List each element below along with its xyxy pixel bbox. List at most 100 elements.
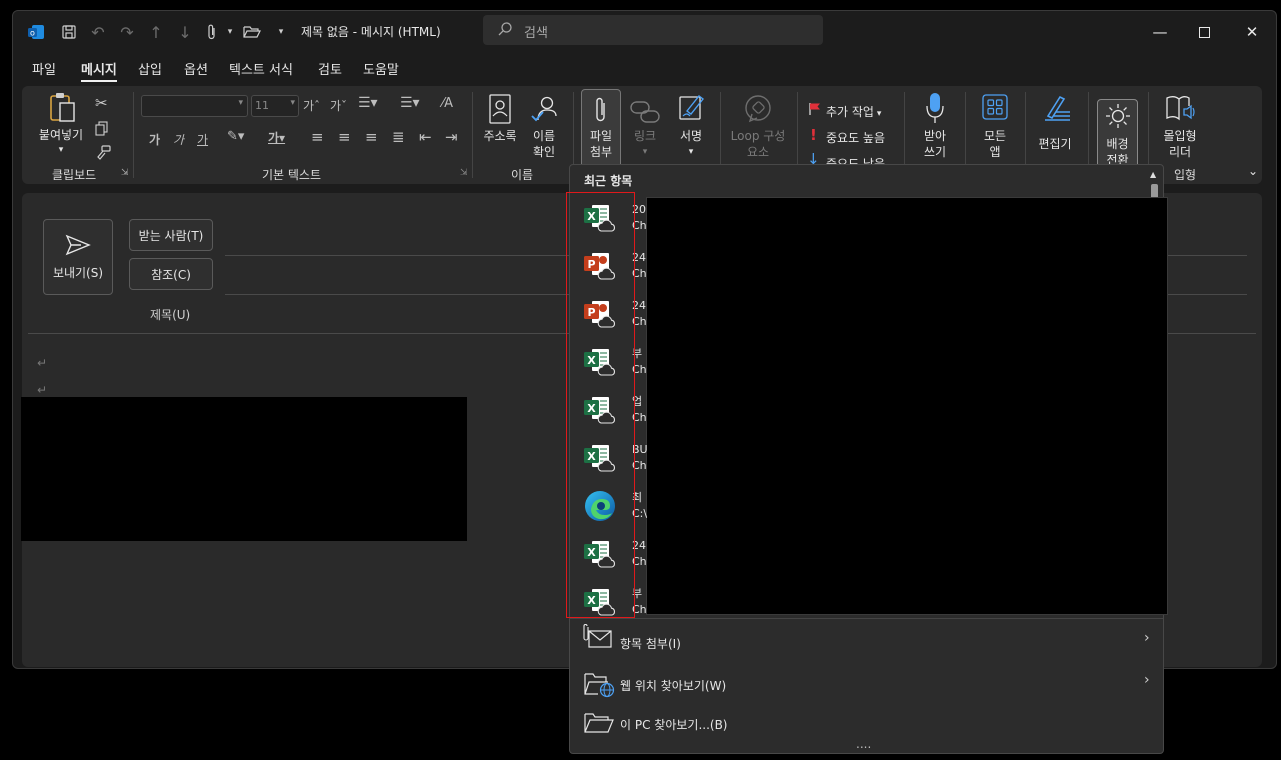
attach-item-menu-item[interactable]: 항목 첨부(I)	[620, 635, 681, 652]
cc-button[interactable]: 참조(C)	[129, 258, 213, 290]
check-names-icon[interactable]	[529, 94, 561, 127]
decrease-indent-icon[interactable]: ⇤	[419, 128, 432, 146]
save-icon[interactable]	[58, 21, 80, 43]
next-item-icon[interactable]: ↓	[174, 21, 196, 43]
all-apps-line1: 모든	[983, 129, 1007, 143]
clipboard-launcher-icon[interactable]: ⇲	[121, 168, 129, 178]
bullets-icon[interactable]: ☰▾	[358, 95, 378, 111]
highlight-box	[566, 192, 635, 618]
window-title: 제목 없음 - 메시지 (HTML)	[301, 25, 441, 39]
tab-review[interactable]: 검토	[318, 59, 342, 78]
paste-icon[interactable]	[47, 92, 77, 127]
highlight-icon[interactable]: ✎▾	[227, 129, 244, 144]
italic-icon[interactable]: 가	[173, 131, 184, 148]
link-button[interactable]: 링크 ▾	[627, 128, 663, 160]
scroll-up-icon[interactable]: ▲	[1150, 170, 1156, 179]
outlook-logo-icon: o	[25, 21, 47, 43]
editor-icon[interactable]	[1042, 94, 1072, 125]
align-left-icon[interactable]: ≡	[311, 128, 324, 146]
high-importance-icon: !	[810, 126, 817, 144]
maximize-icon[interactable]	[1189, 19, 1219, 45]
paragraph-mark: ↵	[37, 383, 48, 397]
chevron-down-icon[interactable]: ▾	[219, 21, 241, 43]
follow-up-label: 추가 작업	[826, 105, 874, 119]
all-apps-button[interactable]: 모든 앱	[977, 128, 1013, 160]
follow-up-button[interactable]: 추가 작업 ▾	[826, 103, 881, 120]
numbering-icon[interactable]: ☰▾	[400, 95, 420, 111]
immersive-reader-icon[interactable]	[1165, 94, 1197, 125]
basic-text-group-label: 기본 텍스트	[262, 168, 322, 182]
font-size-combo[interactable]: 11 ▾	[251, 95, 299, 117]
dictate-button[interactable]: 받아 쓰기	[917, 128, 953, 160]
check-names-button[interactable]: 이름 확인	[526, 128, 562, 160]
paperclip-icon	[593, 95, 609, 128]
search-box[interactable]: 검색	[483, 15, 823, 45]
address-book-icon[interactable]	[489, 94, 511, 127]
tab-message[interactable]: 메시지	[81, 59, 117, 82]
grow-font-icon[interactable]: 가ˆ	[303, 97, 320, 114]
attach-file-button[interactable]: 파일 첨부	[581, 89, 621, 173]
loop-icon[interactable]	[743, 94, 773, 127]
paste-chevron-icon[interactable]: ▾	[54, 142, 68, 158]
chevron-right-icon: ›	[1144, 672, 1150, 688]
redo-icon[interactable]: ↷	[116, 21, 138, 43]
attach-file-label: 파일 첨부	[582, 128, 620, 160]
browse-pc-menu-item[interactable]: 이 PC 찾아보기...(B)	[620, 716, 727, 733]
font-launcher-icon[interactable]: ⇲	[460, 168, 468, 178]
customize-toolbar-icon[interactable]: ▾	[270, 21, 292, 43]
signature-button[interactable]: 서명 ▾	[672, 128, 710, 160]
minimize-icon[interactable]: —	[1145, 19, 1175, 45]
undo-icon[interactable]: ↶	[87, 21, 109, 43]
tab-insert[interactable]: 삽입	[138, 59, 162, 78]
immersive-reader-button[interactable]: 몰입형 리더	[1156, 128, 1204, 160]
search-placeholder: 검색	[524, 26, 548, 41]
format-painter-icon[interactable]	[94, 144, 112, 165]
tab-options[interactable]: 옵션	[184, 59, 208, 78]
flag-icon[interactable]	[808, 102, 822, 119]
signature-icon[interactable]	[678, 92, 706, 125]
microphone-icon[interactable]	[925, 92, 945, 127]
search-icon	[497, 21, 513, 40]
group-separator	[133, 92, 134, 178]
previous-item-icon[interactable]: ↑	[145, 21, 167, 43]
tab-format-text[interactable]: 텍스트 서식	[229, 59, 293, 78]
browse-web-menu-item[interactable]: 웹 위치 찾아보기(W)	[620, 677, 726, 694]
bold-icon[interactable]: 가	[149, 131, 160, 148]
all-apps-icon[interactable]	[982, 94, 1008, 123]
shrink-font-icon[interactable]: 가ˇ	[330, 97, 347, 114]
font-name-combo[interactable]: ▾	[141, 95, 248, 117]
justify-icon[interactable]: ≣	[392, 128, 405, 146]
attach-file-line2: 첨부	[589, 145, 613, 159]
web-folder-icon	[584, 670, 616, 701]
paste-button[interactable]: 붙여넣기	[36, 127, 86, 143]
font-color-icon[interactable]: 가▾	[268, 129, 285, 146]
collapse-ribbon-icon[interactable]: ⌄	[1248, 164, 1258, 178]
loop-component-button[interactable]: Loop 구성 요소	[722, 128, 794, 160]
signature-label: 서명	[679, 129, 703, 143]
align-center-icon[interactable]: ≡	[338, 128, 351, 146]
link-icon[interactable]	[630, 100, 660, 127]
address-book-button[interactable]: 주소록	[478, 128, 522, 144]
underline-icon[interactable]: 가	[197, 131, 208, 148]
align-right-icon[interactable]: ≡	[365, 128, 378, 146]
check-names-line1: 이름	[532, 129, 556, 143]
clear-formatting-icon[interactable]: ⁄A	[442, 96, 453, 111]
copy-icon[interactable]	[94, 120, 110, 139]
high-importance-button[interactable]: 중요도 높음	[826, 129, 885, 146]
increase-indent-icon[interactable]: ⇥	[445, 128, 458, 146]
send-button[interactable]: 보내기(S)	[43, 219, 113, 295]
more-indicator: ....	[856, 737, 872, 751]
tab-help[interactable]: 도움말	[363, 59, 399, 78]
names-group-label: 이름	[511, 168, 534, 182]
editor-button[interactable]: 편집기	[1030, 136, 1080, 152]
attach-file-menu: 최근 항목 ▲ ....	[569, 164, 1168, 754]
paragraph-mark: ↵	[37, 356, 48, 370]
dictate-line2: 쓰기	[923, 145, 947, 159]
redacted-body-content	[21, 397, 467, 541]
open-folder-icon[interactable]	[241, 21, 263, 43]
tab-file[interactable]: 파일	[32, 59, 56, 78]
immersive-line1: 몰입형	[1163, 129, 1197, 143]
cut-icon[interactable]: ✂	[95, 94, 108, 112]
to-button[interactable]: 받는 사람(T)	[129, 219, 213, 251]
close-icon[interactable]: ✕	[1237, 19, 1267, 45]
